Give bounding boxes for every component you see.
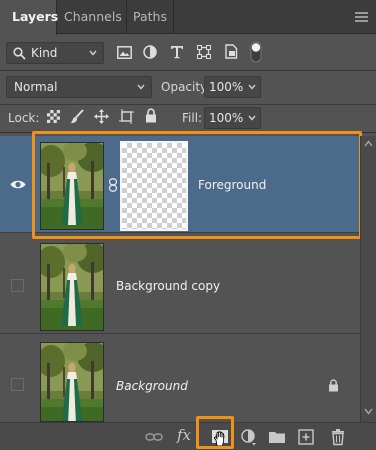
opacity-value: 100% bbox=[209, 80, 244, 94]
lock-transparent-icon[interactable] bbox=[47, 110, 60, 123]
filter-toggle-icon[interactable] bbox=[250, 41, 262, 63]
link-layers-icon[interactable] bbox=[145, 428, 163, 446]
fill-field[interactable]: 100% bbox=[204, 107, 261, 129]
fill-value: 100% bbox=[209, 111, 244, 125]
panel-tab-bar: Layers Channels Paths bbox=[0, 0, 376, 35]
tab-divider bbox=[173, 0, 174, 34]
lock-all-icon[interactable] bbox=[145, 108, 157, 123]
image-filter-icon[interactable] bbox=[117, 46, 132, 59]
smart-object-filter-icon[interactable] bbox=[224, 44, 238, 59]
layer-row-background-copy[interactable]: Background copy bbox=[0, 237, 360, 334]
adjustment-layer-icon[interactable] bbox=[240, 428, 258, 446]
chevron-down-icon bbox=[248, 84, 256, 90]
layers-bottom-toolbar: fx bbox=[0, 422, 376, 450]
chevron-down-icon bbox=[248, 115, 256, 121]
layer-name[interactable]: Background bbox=[116, 379, 188, 393]
lock-image-icon[interactable] bbox=[70, 109, 84, 124]
adjustment-filter-icon[interactable] bbox=[143, 45, 157, 59]
fill-label: Fill: bbox=[182, 111, 203, 125]
layer-thumbnail bbox=[40, 142, 104, 230]
eye-icon[interactable] bbox=[10, 179, 26, 190]
visibility-toggle[interactable] bbox=[11, 279, 24, 292]
fx-icon[interactable]: fx bbox=[177, 426, 195, 444]
new-layer-icon[interactable] bbox=[297, 428, 315, 446]
blend-mode-value: Normal bbox=[14, 80, 58, 94]
shape-filter-icon[interactable] bbox=[197, 45, 211, 59]
panel-menu-icon[interactable] bbox=[355, 12, 368, 22]
chevron-down-icon bbox=[89, 50, 97, 56]
lock-position-icon[interactable] bbox=[94, 109, 109, 124]
scroll-down-icon[interactable] bbox=[364, 408, 373, 415]
kind-filter-dropdown[interactable]: Kind bbox=[6, 42, 104, 64]
layer-thumbnail bbox=[40, 342, 104, 422]
lock-label: Lock: bbox=[8, 111, 40, 125]
search-icon bbox=[13, 47, 26, 60]
layer-row-background[interactable]: Background bbox=[0, 336, 360, 422]
type-filter-icon[interactable] bbox=[170, 45, 184, 59]
layer-thumbnail bbox=[40, 243, 104, 331]
new-group-icon[interactable] bbox=[268, 428, 286, 446]
chevron-down-icon bbox=[137, 84, 145, 90]
layer-name[interactable]: Background copy bbox=[116, 279, 220, 293]
opacity-field[interactable]: 100% bbox=[204, 76, 261, 98]
cursor-hand-icon bbox=[213, 431, 225, 447]
layer-mask-thumbnail[interactable] bbox=[120, 141, 188, 231]
tab-paths[interactable]: Paths bbox=[127, 0, 173, 34]
layer-row-foreground[interactable]: Foreground bbox=[0, 136, 360, 233]
link-chain-icon[interactable] bbox=[108, 178, 118, 192]
kind-filter-label: Kind bbox=[31, 46, 58, 60]
layer-name[interactable]: Foreground bbox=[198, 178, 266, 192]
layer-lock-icon bbox=[329, 379, 338, 392]
scroll-up-icon[interactable] bbox=[364, 140, 373, 147]
opacity-label: Opacity: bbox=[161, 80, 211, 94]
delete-icon[interactable] bbox=[329, 428, 347, 446]
divider bbox=[0, 104, 376, 105]
layers-scrollbar[interactable] bbox=[360, 136, 376, 422]
visibility-toggle[interactable] bbox=[11, 378, 24, 391]
tab-layers[interactable]: Layers bbox=[0, 0, 58, 35]
divider bbox=[0, 70, 376, 71]
tab-channels[interactable]: Channels bbox=[58, 0, 126, 34]
lock-artboard-icon[interactable] bbox=[119, 109, 134, 124]
blend-mode-dropdown[interactable]: Normal bbox=[6, 76, 152, 98]
divider bbox=[0, 132, 376, 133]
